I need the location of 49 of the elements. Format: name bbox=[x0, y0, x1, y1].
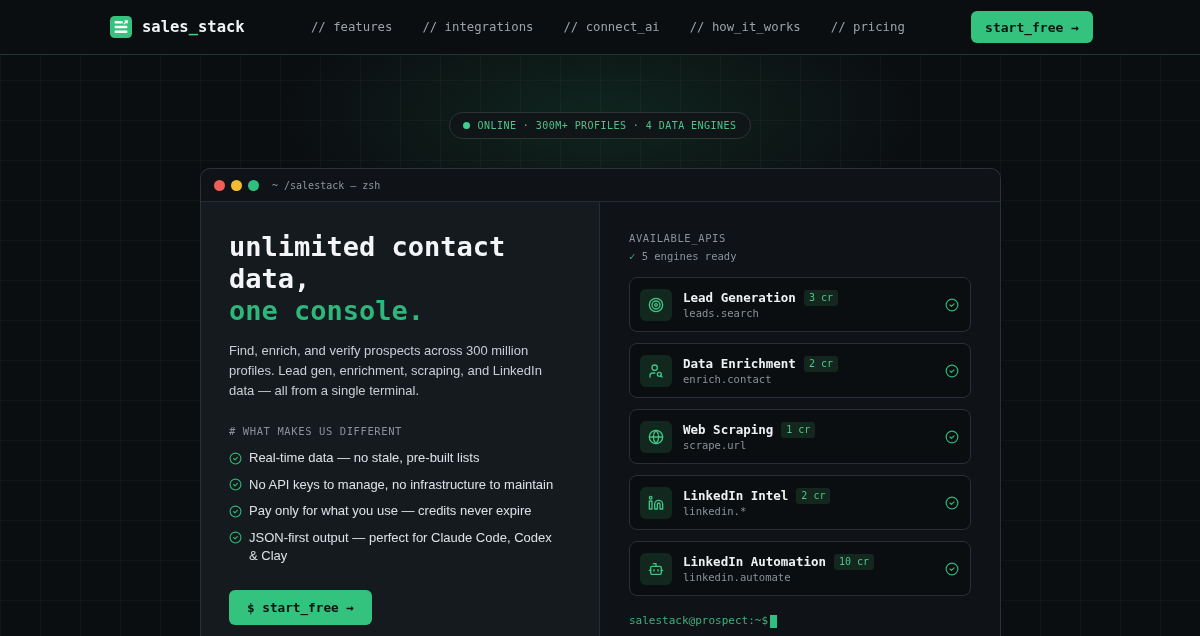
api-name: Lead Generation bbox=[683, 289, 796, 306]
api-endpoint: leads.search bbox=[683, 305, 760, 320]
credit-cost: 2 cr bbox=[796, 487, 831, 504]
feature-text: Real-time data — no stale, pre-built lists bbox=[249, 449, 480, 467]
engines-status: ✓ 5 engines ready bbox=[629, 249, 738, 263]
api-endpoint: linkedin.automate bbox=[683, 569, 792, 584]
nav-link[interactable]: // integrations bbox=[422, 20, 534, 34]
logo-icon bbox=[110, 16, 132, 38]
nav-link[interactable]: // how_it_works bbox=[689, 20, 801, 34]
nav-link[interactable]: // connect_ai bbox=[563, 20, 660, 34]
linkedin-icon bbox=[640, 486, 672, 519]
robot-icon bbox=[640, 552, 672, 585]
target-icon bbox=[640, 288, 672, 321]
section-label: # WHAT MAKES US DIFFERENT bbox=[229, 424, 404, 438]
start-free-button[interactable]: $ start_free → bbox=[229, 589, 372, 625]
api-name: Web Scraping bbox=[683, 421, 774, 438]
api-endpoint: enrich.contact bbox=[683, 371, 773, 386]
check-circle-icon bbox=[229, 478, 242, 491]
globe-icon bbox=[640, 420, 672, 453]
check-circle-icon bbox=[229, 504, 242, 518]
window-title: ~ /salestack — zsh bbox=[272, 179, 381, 191]
api-name: LinkedIn Intel bbox=[683, 487, 789, 504]
feature-text: Pay only for what you use — credits never expire bbox=[249, 502, 532, 520]
check-circle-icon bbox=[229, 451, 242, 465]
cursor-icon bbox=[770, 614, 778, 628]
nav-link[interactable]: // pricing bbox=[830, 20, 905, 34]
credit-cost: 2 cr bbox=[803, 355, 838, 372]
shell-prompt: salestack@prospect:~$ bbox=[629, 613, 769, 629]
brand-name: sales_stack bbox=[142, 18, 245, 36]
section-label: AVAILABLE_APIS bbox=[629, 231, 727, 245]
window-control-icon[interactable] bbox=[214, 179, 225, 191]
credit-cost: 3 cr bbox=[803, 289, 838, 306]
check-circle-icon bbox=[229, 531, 242, 544]
window-control-icon[interactable] bbox=[248, 179, 259, 191]
feature-text: No API keys to manage, no infrastructure to maintain bbox=[249, 475, 554, 494]
credit-cost: 10 cr bbox=[834, 553, 875, 570]
headline: unlimited contact data, one console. bbox=[229, 231, 507, 327]
status-text: ONLINE · 300M+ PROFILES · 4 DATA ENGINES bbox=[477, 120, 737, 131]
credit-cost: 1 cr bbox=[781, 421, 816, 438]
api-name: Data Enrichment bbox=[683, 355, 796, 372]
start-free-button[interactable]: start_free → bbox=[971, 11, 1093, 43]
feature-text: JSON-first output — perfect for Claude Code, Codex & Clay bbox=[249, 528, 553, 565]
nav-link[interactable]: // features bbox=[310, 20, 393, 34]
api-endpoint: linkedin.* bbox=[683, 503, 748, 518]
description: Find, enrich, and verify prospects across 300 million profiles. Lead gen, enrichment, scraping, and LinkedIn data — all from a single terminal. bbox=[229, 342, 543, 400]
api-endpoint: scrape.url bbox=[683, 437, 748, 452]
person-search-icon bbox=[640, 354, 672, 387]
api-name: LinkedIn Automation bbox=[683, 553, 826, 570]
window-control-icon[interactable] bbox=[231, 179, 242, 191]
